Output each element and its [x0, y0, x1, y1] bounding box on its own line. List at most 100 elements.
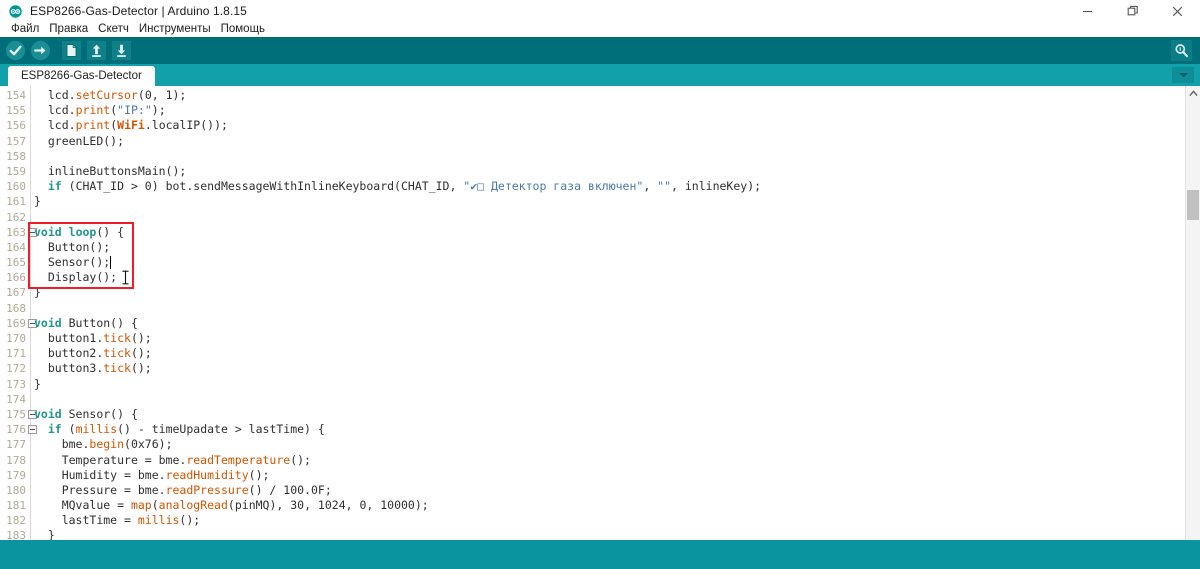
code-line[interactable]: 157 greenLED();: [0, 134, 1178, 149]
code-editor[interactable]: 154 lcd.setCursor(0, 1); 155 lcd.print("I…: [0, 86, 1200, 540]
line-number: 167: [6, 286, 26, 300]
code-line[interactable]: 158: [0, 149, 1178, 164]
line-number: 164: [6, 240, 26, 254]
code-line[interactable]: 160 if (CHAT_ID > 0) bot.sendMessageWith…: [0, 179, 1178, 194]
scrollbar-thumb[interactable]: [1187, 190, 1199, 220]
magnifier-serial-monitor-icon: [1175, 44, 1189, 58]
code-line[interactable]: 171 button2.tick();: [0, 346, 1178, 361]
code-line[interactable]: 183 }: [0, 528, 1178, 540]
menu-bar: Файл Правка Скетч Инструменты Помощь: [0, 22, 1200, 37]
sketch-tab-esp8266-gas-detector[interactable]: ESP8266-Gas-Detector: [8, 66, 155, 86]
code-line[interactable]: 165 Sensor();: [0, 255, 1178, 270]
upload-button[interactable]: [29, 39, 51, 61]
line-number: 180: [6, 483, 26, 497]
code-line[interactable]: 166 Display();: [0, 270, 1178, 285]
line-number: 154: [6, 89, 26, 102]
code-line[interactable]: 155 lcd.print("IP:");: [0, 103, 1178, 118]
line-number: 156: [6, 119, 26, 133]
verify-button[interactable]: [4, 39, 26, 61]
open-folder-up-arrow-icon: [86, 40, 106, 60]
code-line-text: lcd.print(WiFi.localIP());: [47, 118, 228, 133]
code-line-text: Sensor();: [47, 255, 111, 270]
maximize-restore-button[interactable]: [1110, 0, 1155, 22]
code-line-text: }: [34, 376, 41, 391]
tab-menu-button[interactable]: [1172, 67, 1194, 83]
code-line-text: button2.tick();: [47, 346, 152, 361]
scroll-up-button[interactable]: [1186, 86, 1200, 100]
code-line[interactable]: 163 void loop() {: [0, 225, 1178, 240]
code-line-text: button1.tick();: [47, 331, 152, 345]
code-line-text: lcd.setCursor(0, 1);: [47, 88, 187, 102]
code-line[interactable]: 173}: [0, 377, 1178, 392]
open-sketch-button[interactable]: [85, 39, 107, 61]
code-line[interactable]: 179 Humidity = bme.readHumidity();: [0, 468, 1178, 483]
toolbar-button-group: [4, 39, 132, 61]
code-line[interactable]: 176 if (millis() - timeUpadate > lastTim…: [0, 422, 1178, 437]
line-number: 169: [6, 316, 26, 330]
code-line[interactable]: 177 bme.begin(0x76);: [0, 437, 1178, 452]
code-line[interactable]: 182 lastTime = millis();: [0, 513, 1178, 528]
line-number: 171: [6, 347, 26, 361]
code-line[interactable]: 161}: [0, 194, 1178, 209]
save-down-arrow-icon: [111, 40, 131, 60]
code-line[interactable]: 175 void Sensor() {: [0, 407, 1178, 422]
line-number: 174: [6, 392, 26, 406]
new-sketch-button[interactable]: [60, 39, 82, 61]
restore-icon: [1127, 5, 1138, 16]
serial-monitor-button[interactable]: [1171, 40, 1192, 61]
menu-item-tools[interactable]: Инструменты: [134, 22, 216, 37]
chevron-up-icon: [1188, 89, 1198, 96]
line-number: 181: [6, 499, 26, 513]
code-line[interactable]: 162: [0, 210, 1178, 225]
code-line[interactable]: 181 MQvalue = map(analogRead(pinMQ), 30,…: [0, 498, 1178, 513]
line-number: 165: [6, 256, 26, 270]
menu-item-edit[interactable]: Правка: [44, 22, 93, 37]
code-line[interactable]: 159 inlineButtonsMain();: [0, 164, 1178, 179]
window-controls: [1065, 0, 1200, 22]
line-number: 166: [6, 271, 26, 285]
code-line[interactable]: 174: [0, 392, 1178, 407]
check-circle-icon: [5, 40, 25, 60]
code-line-text: bme.begin(0x76);: [61, 437, 173, 452]
close-button[interactable]: [1155, 0, 1200, 22]
code-line[interactable]: 167}: [0, 285, 1178, 300]
line-number: 182: [6, 514, 26, 528]
line-number: 168: [6, 301, 26, 315]
menu-item-file[interactable]: Файл: [6, 22, 44, 37]
code-line-text: void Button() {: [34, 315, 138, 330]
code-line[interactable]: 164 Button();: [0, 240, 1178, 255]
line-number: 158: [6, 149, 26, 163]
minimize-button[interactable]: [1065, 0, 1110, 22]
code-line[interactable]: 168: [0, 301, 1178, 316]
line-number: 172: [6, 362, 26, 376]
line-number: 160: [6, 180, 26, 194]
editor-vertical-scrollbar[interactable]: [1185, 86, 1200, 540]
save-sketch-button[interactable]: [110, 39, 132, 61]
code-line-text: lastTime = millis();: [61, 513, 201, 528]
code-line[interactable]: 156 lcd.print(WiFi.localIP());: [0, 118, 1178, 133]
code-line-text: }: [47, 528, 55, 540]
code-line[interactable]: 178 Temperature = bme.readTemperature();: [0, 453, 1178, 468]
code-line[interactable]: 180 Pressure = bme.readPressure() / 100.…: [0, 483, 1178, 498]
code-line-text: Humidity = bme.readHumidity();: [61, 467, 270, 482]
code-line[interactable]: 154 lcd.setCursor(0, 1);: [0, 88, 1178, 103]
code-line-text: Button();: [47, 239, 111, 254]
menu-item-help[interactable]: Помощь: [216, 22, 270, 37]
code-line[interactable]: 172 button3.tick();: [0, 361, 1178, 376]
line-number: 159: [6, 164, 26, 178]
code-line-text: button3.tick();: [47, 361, 152, 376]
code-line[interactable]: 169 void Button() {: [0, 316, 1178, 331]
chevron-down-icon: [1178, 73, 1188, 78]
menu-item-sketch[interactable]: Скетч: [93, 22, 134, 37]
line-number: 157: [6, 134, 26, 148]
sketch-tab-bar: ESP8266-Gas-Detector: [0, 64, 1200, 86]
code-line-text: }: [34, 194, 41, 209]
arduino-ide-window: ESP8266-Gas-Detector | Arduino 1.8.15 Фа…: [0, 0, 1200, 569]
code-line[interactable]: 170 button1.tick();: [0, 331, 1178, 346]
sketch-tab-label: ESP8266-Gas-Detector: [21, 70, 142, 82]
code-line-text: Temperature = bme.readTemperature();: [61, 452, 311, 467]
line-number: 175: [6, 407, 26, 421]
code-line-text: lcd.print("IP:");: [47, 103, 166, 118]
main-toolbar: [0, 37, 1200, 64]
code-lines-container: 154 lcd.setCursor(0, 1); 155 lcd.print("I…: [0, 88, 1178, 540]
